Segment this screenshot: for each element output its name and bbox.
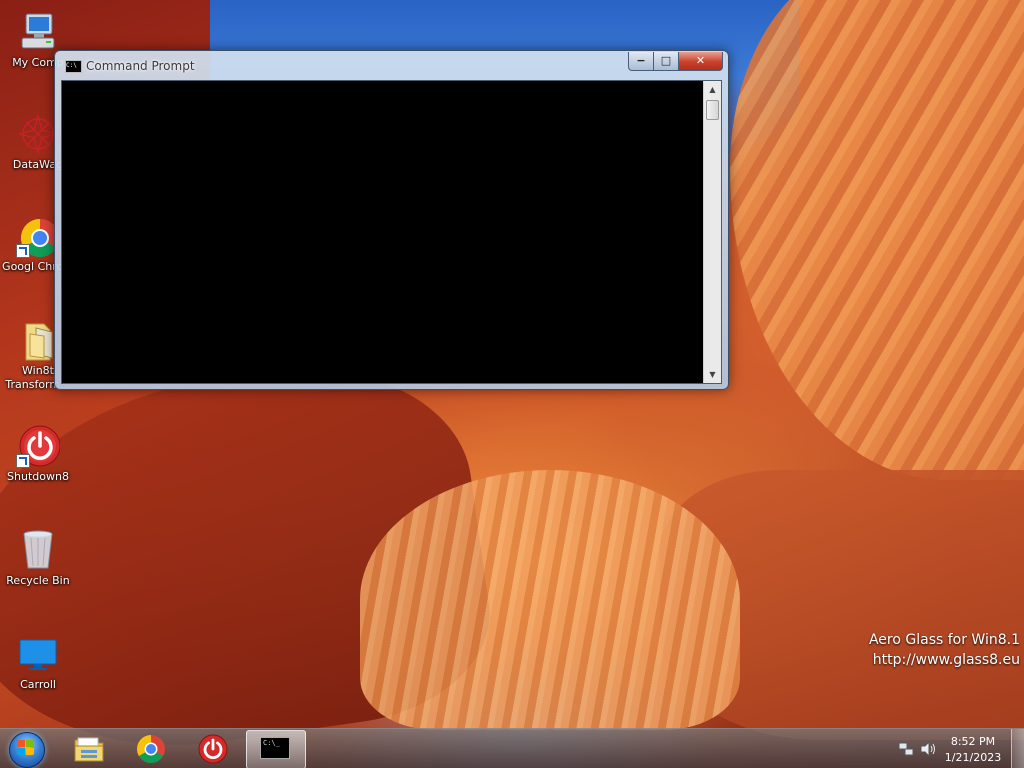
scroll-up-arrow-icon[interactable]: ▲ (704, 81, 721, 98)
desktop-icon-carroll[interactable]: Carroll (0, 632, 76, 692)
start-button[interactable] (6, 730, 46, 768)
volume-icon[interactable] (920, 740, 938, 758)
minimize-button[interactable]: − (628, 52, 654, 71)
cmd-icon: C:\_ (260, 737, 292, 767)
window-client-area: ▲ ▼ (61, 80, 722, 384)
recycle-bin-icon (16, 528, 60, 572)
system-tray: 8:52 PM 1/21/2023 (890, 729, 1024, 768)
taskbar-command-prompt[interactable]: C:\_ (246, 730, 306, 768)
aero-glass-watermark: Aero Glass for Win8.1 http://www.glass8.… (869, 630, 1020, 670)
close-button[interactable]: ✕ (678, 52, 723, 71)
maximize-button[interactable]: □ (653, 52, 679, 71)
cmd-icon: C:\ (65, 60, 82, 73)
scroll-down-arrow-icon[interactable]: ▼ (704, 366, 721, 383)
taskbar: C:\_ 8:52 PM 1/21/2023 (0, 728, 1024, 768)
power-icon (16, 424, 61, 468)
window-title: Command Prompt (86, 59, 195, 73)
power-icon (197, 734, 229, 764)
console-output-area[interactable] (62, 81, 703, 383)
cmd-icon-text: C:\_ (260, 737, 290, 759)
watermark-line-1: Aero Glass for Win8.1 (868, 632, 1020, 648)
watermark-line-2: http://www.glass8.eu (872, 652, 1020, 668)
chrome-icon (135, 734, 167, 764)
clock[interactable]: 8:52 PM 1/21/2023 (938, 734, 1008, 766)
taskbar-google-chrome[interactable] (122, 730, 180, 767)
command-prompt-window[interactable]: C:\ Command Prompt − □ ✕ ▲ ▼ (54, 50, 729, 390)
clock-time: 8:52 PM (950, 735, 996, 748)
desktop-icon-recycle-bin[interactable]: Recycle Bin (0, 528, 76, 588)
taskbar-file-explorer[interactable] (60, 730, 118, 767)
taskbar-shutdown8[interactable] (184, 730, 242, 767)
computer-icon (16, 10, 60, 54)
folder-icon (73, 734, 105, 764)
show-desktop-button[interactable] (1011, 729, 1024, 768)
wallpaper-rock-right (730, 0, 1024, 480)
vertical-scrollbar[interactable]: ▲ ▼ (703, 81, 721, 383)
shortcut-arrow-icon (16, 244, 30, 258)
monitor-icon (16, 632, 60, 676)
desktop-icon-label: Recycle Bin (6, 574, 70, 587)
clock-date: 1/21/2023 (944, 751, 1002, 764)
shortcut-arrow-icon (16, 454, 30, 468)
desktop[interactable]: My Comp DataWag Googl Chrom Win8t Transf… (0, 0, 1024, 768)
scrollbar-thumb[interactable] (706, 100, 719, 120)
wallpaper-rock-center (360, 470, 740, 730)
desktop-icon-label: Carroll (20, 678, 56, 691)
windows-logo-icon (17, 740, 35, 756)
desktop-icon-shutdown8[interactable]: Shutdown8 (0, 424, 76, 484)
window-titlebar[interactable]: C:\ Command Prompt − □ ✕ (55, 51, 728, 79)
network-icon[interactable] (898, 741, 914, 757)
desktop-icon-label: Shutdown8 (7, 470, 69, 483)
